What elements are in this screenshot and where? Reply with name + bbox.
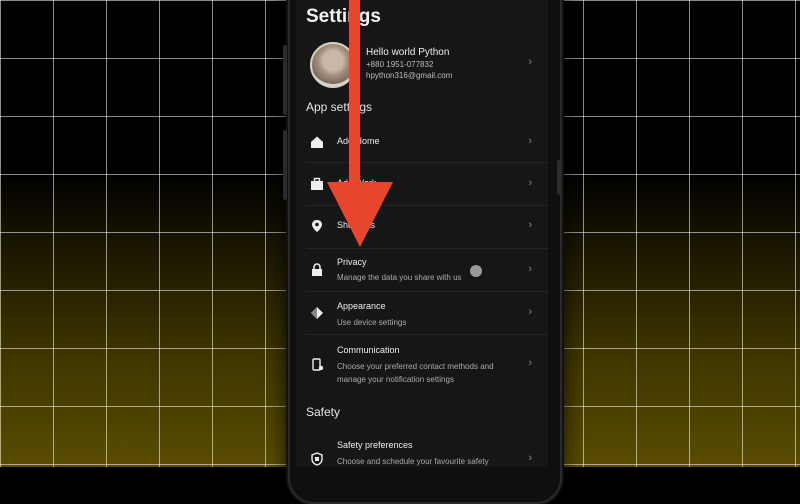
add-work-label: Add Work xyxy=(337,178,377,188)
safety-preferences-subtitle: Choose and schedule your favourite safet… xyxy=(337,457,489,466)
chevron-right-icon: › xyxy=(528,219,532,231)
appearance-row[interactable]: Appearance Use device settings › xyxy=(296,292,548,334)
appearance-label: Appearance xyxy=(337,301,386,311)
settings-screen: Settings Hello world Python +880 1951-07… xyxy=(296,0,548,467)
privacy-subtitle: Manage the data you share with us xyxy=(337,273,462,282)
add-work-row[interactable]: Add Work › xyxy=(296,163,548,205)
phone-side-button-right xyxy=(557,160,561,195)
profile-email: hpython316@gmail.com xyxy=(366,71,453,80)
profile-name: Hello world Python xyxy=(366,47,450,58)
appearance-subtitle: Use device settings xyxy=(337,318,407,327)
communication-row[interactable]: Communication Choose your preferred cont… xyxy=(296,335,548,391)
phone-side-button-left-lower xyxy=(283,130,287,200)
touch-indicator xyxy=(470,265,482,277)
chevron-right-icon: › xyxy=(528,263,532,275)
section-app-settings: App settings xyxy=(306,100,373,114)
home-icon xyxy=(311,136,323,148)
shield-icon xyxy=(311,452,323,466)
section-safety: Safety xyxy=(306,405,341,419)
lock-icon xyxy=(312,263,322,276)
communication-subtitle: Choose your preferred contact methods an… xyxy=(337,362,494,384)
phone-settings-icon xyxy=(312,358,324,371)
chevron-right-icon: › xyxy=(528,306,532,318)
shortcuts-row[interactable]: Shortcuts › xyxy=(296,206,548,248)
profile-row[interactable]: Hello world Python +880 1951-077832 hpyt… xyxy=(296,38,548,90)
safety-preferences-label: Safety preferences xyxy=(337,440,413,450)
location-pin-icon xyxy=(312,220,322,232)
chevron-right-icon: › xyxy=(528,56,532,68)
shortcuts-label: Shortcuts xyxy=(337,220,376,230)
diamond-icon xyxy=(311,307,323,319)
add-home-row[interactable]: Add Home › xyxy=(296,122,548,162)
profile-phone: +880 1951-077832 xyxy=(366,60,434,69)
add-home-label: Add Home xyxy=(337,136,380,146)
communication-label: Communication xyxy=(337,345,400,355)
phone-side-button-left xyxy=(283,45,287,115)
chevron-right-icon: › xyxy=(528,452,532,464)
chevron-right-icon: › xyxy=(528,135,532,147)
avatar xyxy=(310,42,356,88)
briefcase-icon xyxy=(311,177,323,190)
page-title: Settings xyxy=(306,6,381,27)
safety-preferences-row[interactable]: Safety preferences Choose and schedule y… xyxy=(296,430,548,467)
chevron-right-icon: › xyxy=(528,177,532,189)
privacy-row[interactable]: Privacy Manage the data you share with u… xyxy=(296,249,548,291)
privacy-label: Privacy xyxy=(337,257,367,267)
chevron-right-icon: › xyxy=(528,357,532,369)
